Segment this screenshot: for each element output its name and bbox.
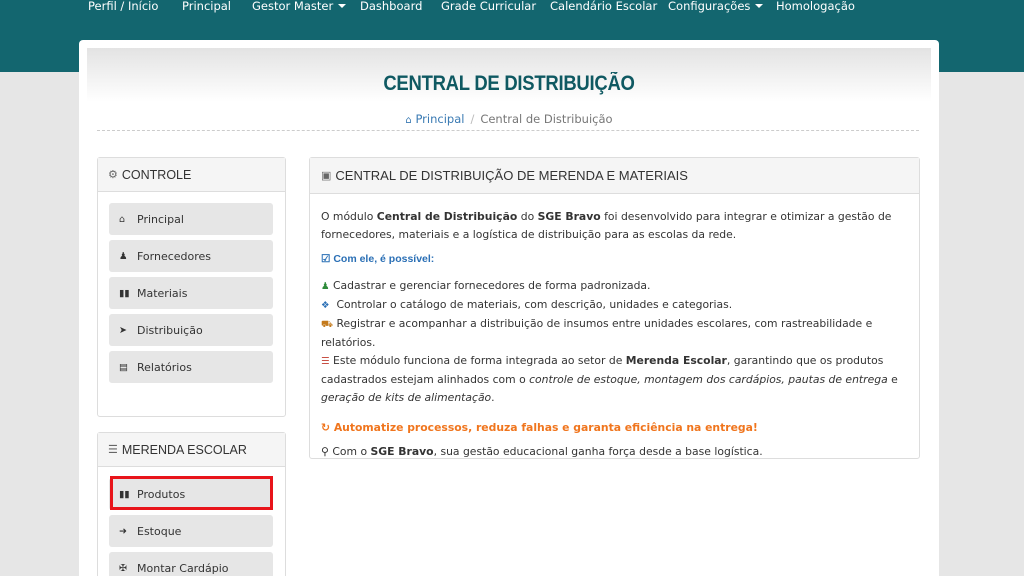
- intro-product-name: SGE Bravo: [537, 210, 601, 223]
- nav-gestor-master-label: Gestor Master: [252, 0, 334, 13]
- content-title: CENTRAL DE DISTRIBUIÇÃO DE MERENDA E MAT…: [335, 168, 688, 183]
- breadcrumb-home[interactable]: ⌂ Principal: [405, 112, 464, 126]
- home-icon: ⌂: [119, 213, 126, 225]
- sidebar-item-distribuicao[interactable]: ➤ Distribuição: [109, 314, 273, 346]
- nav-dashboard[interactable]: Dashboard: [360, 0, 422, 13]
- feature-italic: controle de estoque, montagem dos cardáp…: [529, 373, 888, 386]
- feature-text: Registrar e acompanhar a distribuição de…: [321, 317, 873, 349]
- cutlery-icon: ☰: [321, 356, 330, 367]
- check-square-icon: ☑: [321, 253, 331, 265]
- sidebar-item-principal[interactable]: ⌂ Principal: [109, 203, 273, 235]
- sidebar-item-fornecedores[interactable]: ♟ Fornecedores: [109, 240, 273, 272]
- feature-text: Este módulo funciona de forma integrada …: [333, 354, 626, 367]
- content-panel: ▣ CENTRAL DE DISTRIBUIÇÃO DE MERENDA E M…: [309, 157, 920, 459]
- feature-item: ♟ Cadastrar e gerenciar fornecedores de f…: [321, 277, 908, 296]
- intro-text: O módulo: [321, 210, 377, 223]
- intro-module-name: Central de Distribuição: [376, 210, 518, 223]
- user-icon: ♟: [119, 250, 128, 262]
- sidebar-item-relatorios[interactable]: ▤ Relatórios: [109, 351, 273, 383]
- refresh-icon: ↻: [321, 421, 331, 434]
- controle-title: CONTROLE: [121, 167, 192, 182]
- closing-product-name: SGE Bravo: [370, 445, 434, 458]
- sidebar-item-label: Principal: [137, 212, 184, 226]
- cutlery-icon: ☰: [108, 444, 118, 456]
- sidebar-item-label: Distribuição: [137, 323, 203, 337]
- document-icon: ▤: [119, 361, 128, 373]
- feature-item: ☰ Este módulo funciona de forma integrada…: [321, 352, 908, 407]
- nav-gestor-master[interactable]: Gestor Master: [252, 0, 347, 13]
- controle-panel: ⚙ CONTROLE ⌂ Principal ♟ Fornecedores ▮▮ Ma…: [97, 157, 286, 417]
- sidebar-item-label: Relatórios: [137, 360, 192, 374]
- sidebar-item-label: Montar Cardápio: [137, 561, 229, 575]
- content-body: O módulo Central de Distribuição do SGE …: [310, 194, 919, 461]
- sidebar-item-label: Materiais: [137, 286, 188, 300]
- puzzle-icon: ✠: [119, 562, 127, 574]
- breadcrumb-separator: /: [470, 112, 475, 126]
- closing-text: , sua gestão educacional ganha força des…: [433, 445, 763, 458]
- intro-text: do: [517, 210, 538, 223]
- caret-down-icon: [338, 4, 347, 8]
- feature-text: .: [491, 391, 495, 404]
- nav-calendario-escolar[interactable]: Calendário Escolar: [550, 0, 657, 13]
- user-icon: ♟: [321, 281, 330, 292]
- page-title: CENTRAL DE DISTRIBUIÇÃO: [383, 72, 635, 95]
- feature-item: ⛟ Registrar e acompanhar a distribuição …: [321, 315, 908, 352]
- intro-paragraph: O módulo Central de Distribuição do SGE …: [321, 208, 908, 244]
- map-marker-icon: ⚲: [321, 445, 329, 458]
- feature-text: Controlar o catálogo de materiais, com d…: [336, 298, 733, 311]
- sidebar-item-materiais[interactable]: ▮▮ Materiais: [109, 277, 273, 309]
- sidebar-item-label: Fornecedores: [137, 249, 212, 263]
- merenda-panel-header: ☰ MERENDA ESCOLAR: [98, 433, 285, 467]
- callout-text: Automatize processos, reduza falhas e ga…: [333, 421, 758, 434]
- breadcrumb-home-label: Principal: [415, 112, 465, 126]
- feature-italic: geração de kits de alimentação: [321, 391, 492, 404]
- callout: ↻ Automatize processos, reduza falhas e …: [321, 419, 908, 437]
- sidebar-item-estoque[interactable]: ➜ Estoque: [109, 515, 273, 547]
- highlight-box: [110, 476, 273, 510]
- content-panel-header: ▣ CENTRAL DE DISTRIBUIÇÃO DE MERENDA E M…: [310, 158, 919, 194]
- barcode-icon: ▮▮: [119, 287, 130, 299]
- feature-text: e: [887, 373, 898, 386]
- nav-perfil-inicio[interactable]: Perfil / Início: [88, 0, 158, 13]
- nav-configuracoes-label: Configurações: [668, 0, 751, 13]
- page-header: CENTRAL DE DISTRIBUIÇÃO ⌂ Principal / Cent…: [87, 48, 931, 138]
- sidebar-item-montar-cardapio[interactable]: ✠ Montar Cardápio: [109, 552, 273, 576]
- caret-down-icon: [755, 4, 764, 8]
- nav-configuracoes[interactable]: Configurações: [668, 0, 764, 13]
- breadcrumb-current: Central de Distribuição: [480, 112, 613, 126]
- cubes-icon: ❖: [321, 300, 330, 311]
- closing-text: Com o: [332, 445, 371, 458]
- archive-icon: ▣: [321, 170, 332, 182]
- divider: [97, 130, 919, 131]
- feature-item: ❖ Controlar o catálogo de materiais, com…: [321, 296, 908, 315]
- cogs-icon: ⚙: [108, 169, 118, 181]
- sign-in-icon: ➜: [119, 525, 127, 537]
- controle-panel-header: ⚙ CONTROLE: [98, 158, 285, 192]
- breadcrumb: ⌂ Principal / Central de Distribuição: [87, 112, 931, 126]
- closing-line: ⚲ Com o SGE Bravo, sua gestão educaciona…: [321, 443, 908, 461]
- features-subtitle-text: Com ele, é possível:: [333, 253, 435, 265]
- arrow-circle-icon: ➤: [119, 324, 127, 336]
- truck-icon: ⛟: [321, 319, 333, 330]
- sidebar-item-label: Estoque: [137, 524, 182, 538]
- feature-emphasis: Merenda Escolar: [625, 354, 727, 367]
- merenda-title: MERENDA ESCOLAR: [121, 442, 247, 457]
- nav-homologacao[interactable]: Homologação: [776, 0, 855, 13]
- nav-grade-curricular[interactable]: Grade Curricular: [441, 0, 536, 13]
- home-icon: ⌂: [405, 115, 412, 126]
- nav-principal[interactable]: Principal: [182, 0, 231, 13]
- feature-text: Cadastrar e gerenciar fornecedores de fo…: [333, 279, 651, 292]
- features-subtitle: ☑ Com ele, é possível:: [321, 250, 908, 268]
